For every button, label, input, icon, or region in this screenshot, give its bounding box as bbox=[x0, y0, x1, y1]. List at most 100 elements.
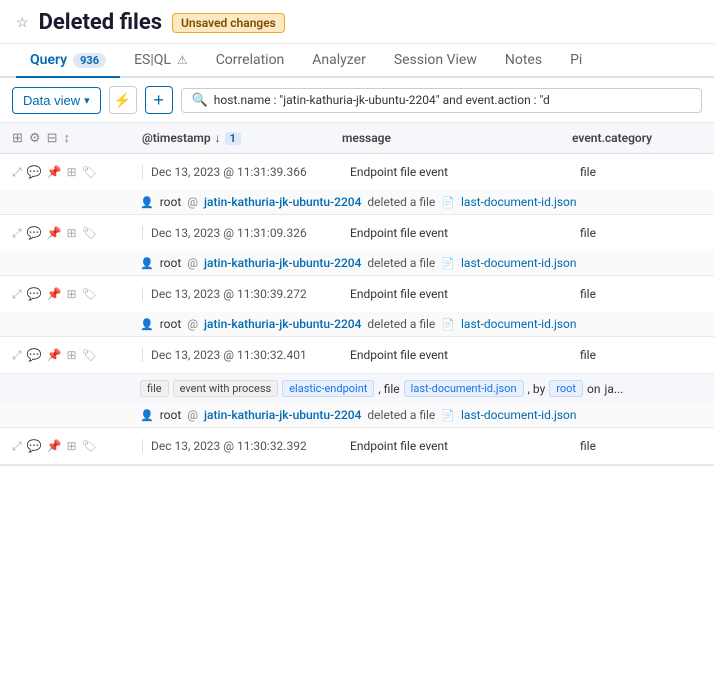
expand-icon[interactable]: ⤢ bbox=[12, 287, 22, 302]
expanded-tag-event: event with process bbox=[173, 380, 279, 397]
data-view-button[interactable]: Data view ▾ bbox=[12, 87, 101, 114]
data-rows: ⤢ 💬 📌 ⊞ 🏷 Dec 13, 2023 @ 11:31:39.366 En… bbox=[0, 154, 714, 466]
chevron-down-icon: ▾ bbox=[84, 94, 90, 107]
sort-arrow: ↓ bbox=[215, 131, 221, 145]
comment-icon[interactable]: 💬 bbox=[27, 348, 42, 362]
tab-pi[interactable]: Pi bbox=[556, 44, 596, 78]
grid2-icon[interactable]: ⊞ bbox=[67, 439, 77, 453]
sub-user-3: root bbox=[160, 317, 182, 331]
filter-button[interactable]: ⚡ bbox=[109, 86, 137, 114]
col-header-timestamp[interactable]: @timestamp ↓ 1 bbox=[142, 127, 342, 149]
pin-icon[interactable]: 📌 bbox=[47, 439, 62, 453]
tab-esql[interactable]: ES|QL ⚠ bbox=[120, 44, 202, 78]
expand-icon[interactable]: ⤢ bbox=[12, 165, 22, 180]
column-controls: ⊞ ⚙ ⊟ ↕ bbox=[12, 130, 142, 146]
comment-icon[interactable]: 💬 bbox=[27, 287, 42, 301]
file-icon-2: 📄 bbox=[441, 257, 455, 270]
tab-session-view-label: Session View bbox=[394, 52, 477, 68]
data-view-label: Data view bbox=[23, 93, 80, 108]
sub-action-3: deleted a file bbox=[367, 317, 435, 331]
esql-alert-icon: ⚠ bbox=[177, 53, 188, 67]
sub-action-2: deleted a file bbox=[367, 256, 435, 270]
expanded-tag-file: file bbox=[140, 380, 169, 397]
table-row: ⤢ 💬 📌 ⊞ 🏷 Dec 13, 2023 @ 11:31:39.366 En… bbox=[0, 154, 714, 215]
tag2-icon[interactable]: 🏷 bbox=[82, 226, 97, 240]
grid2-icon[interactable]: ⊞ bbox=[67, 287, 77, 301]
row-actions-5: ⤢ 💬 📌 ⊞ 🏷 bbox=[12, 439, 142, 454]
tab-session-view[interactable]: Session View bbox=[380, 44, 491, 78]
tag2-icon[interactable]: 🏷 bbox=[82, 165, 97, 179]
comment-icon[interactable]: 💬 bbox=[27, 226, 42, 240]
row-category-1: file bbox=[572, 165, 702, 179]
expanded-text-by: , by bbox=[528, 382, 546, 396]
table-row: ⤢ 💬 📌 ⊞ 🏷 Dec 13, 2023 @ 11:30:32.401 En… bbox=[0, 337, 714, 428]
sort-icon[interactable]: ↕ bbox=[63, 130, 70, 146]
sub-filename-4: last-document-id.json bbox=[461, 408, 577, 422]
row-main-5: ⤢ 💬 📌 ⊞ 🏷 Dec 13, 2023 @ 11:30:32.392 En… bbox=[0, 428, 714, 464]
sub-action-4: deleted a file bbox=[367, 408, 435, 422]
at-sign-3: @ bbox=[187, 317, 198, 331]
row-sub-1: 👤 root @ jatin-kathuria-jk-ubuntu-2204 d… bbox=[0, 190, 714, 214]
col-header-category[interactable]: event.category bbox=[572, 127, 702, 149]
pin-icon[interactable]: 📌 bbox=[47, 165, 62, 179]
tab-query-count: 936 bbox=[73, 53, 106, 68]
row-actions-2: ⤢ 💬 📌 ⊞ 🏷 bbox=[12, 226, 142, 241]
sub-host-1: jatin-kathuria-jk-ubuntu-2204 bbox=[204, 195, 361, 209]
sub-user-2: root bbox=[160, 256, 182, 270]
file-icon-4: 📄 bbox=[441, 409, 455, 422]
row-sub-3: 👤 root @ jatin-kathuria-jk-ubuntu-2204 d… bbox=[0, 312, 714, 336]
sub-action-1: deleted a file bbox=[367, 195, 435, 209]
tab-analyzer-label: Analyzer bbox=[312, 52, 366, 68]
table-row: ⤢ 💬 📌 ⊞ 🏷 Dec 13, 2023 @ 11:30:32.392 En… bbox=[0, 428, 714, 465]
user-icon: 👤 bbox=[140, 318, 154, 331]
grid2-icon[interactable]: ⊞ bbox=[67, 226, 77, 240]
row-message-2: Endpoint file event bbox=[342, 226, 572, 240]
row-category-3: file bbox=[572, 287, 702, 301]
unsaved-badge: Unsaved changes bbox=[172, 13, 285, 33]
grid2-icon[interactable]: ⊞ bbox=[67, 165, 77, 179]
sub-user-4: root bbox=[160, 408, 182, 422]
file-icon-1: 📄 bbox=[441, 196, 455, 209]
expand-icon[interactable]: ⤢ bbox=[12, 439, 22, 454]
tag2-icon[interactable]: 🏷 bbox=[82, 287, 97, 301]
expanded-tag-endpoint: elastic-endpoint bbox=[282, 380, 374, 397]
tag2-icon[interactable]: 🏷 bbox=[82, 439, 97, 453]
sub-filename-2: last-document-id.json bbox=[461, 256, 577, 270]
pin-icon[interactable]: 📌 bbox=[47, 226, 62, 240]
expand-icon[interactable]: ⤢ bbox=[12, 226, 22, 241]
sort-badge: 1 bbox=[225, 132, 241, 145]
row-main-3: ⤢ 💬 📌 ⊞ 🏷 Dec 13, 2023 @ 11:30:39.272 En… bbox=[0, 276, 714, 312]
row-main-2: ⤢ 💬 📌 ⊞ 🏷 Dec 13, 2023 @ 11:31:09.326 En… bbox=[0, 215, 714, 251]
pin-icon[interactable]: 📌 bbox=[47, 287, 62, 301]
tab-notes[interactable]: Notes bbox=[491, 44, 556, 78]
col-header-message[interactable]: message bbox=[342, 127, 572, 149]
grid-icon[interactable]: ⊟ bbox=[47, 131, 58, 146]
row-actions-4: ⤢ 💬 📌 ⊞ 🏷 bbox=[12, 348, 142, 363]
row-message-1: Endpoint file event bbox=[342, 165, 572, 179]
expand-columns-icon[interactable]: ⊞ bbox=[12, 131, 23, 146]
tab-analyzer[interactable]: Analyzer bbox=[298, 44, 380, 78]
sub-filename-3: last-document-id.json bbox=[461, 317, 577, 331]
tag2-icon[interactable]: 🏷 bbox=[82, 348, 97, 362]
tab-query[interactable]: Query 936 bbox=[16, 44, 120, 78]
user-icon: 👤 bbox=[140, 196, 154, 209]
expand-icon[interactable]: ⤢ bbox=[12, 348, 22, 363]
row-timestamp-4: Dec 13, 2023 @ 11:30:32.401 bbox=[142, 348, 342, 362]
add-button[interactable]: + bbox=[145, 86, 173, 114]
at-sign-1: @ bbox=[187, 195, 198, 209]
sub-host-4: jatin-kathuria-jk-ubuntu-2204 bbox=[204, 408, 361, 422]
star-icon[interactable]: ☆ bbox=[16, 15, 29, 31]
settings-icon[interactable]: ⚙ bbox=[29, 131, 41, 146]
pin-icon[interactable]: 📌 bbox=[47, 348, 62, 362]
comment-icon[interactable]: 💬 bbox=[27, 165, 42, 179]
row-timestamp-5: Dec 13, 2023 @ 11:30:32.392 bbox=[142, 439, 342, 453]
grid2-icon[interactable]: ⊞ bbox=[67, 348, 77, 362]
row-category-2: file bbox=[572, 226, 702, 240]
expanded-text-on: on bbox=[587, 382, 600, 396]
comment-icon[interactable]: 💬 bbox=[27, 439, 42, 453]
tab-correlation[interactable]: Correlation bbox=[202, 44, 299, 78]
search-bar[interactable]: 🔍 host.name : "jatin-kathuria-jk-ubuntu-… bbox=[181, 88, 702, 113]
toolbar: Data view ▾ ⚡ + 🔍 host.name : "jatin-kat… bbox=[0, 78, 714, 123]
table-row: ⤢ 💬 📌 ⊞ 🏷 Dec 13, 2023 @ 11:30:39.272 En… bbox=[0, 276, 714, 337]
row-actions-3: ⤢ 💬 📌 ⊞ 🏷 bbox=[12, 287, 142, 302]
